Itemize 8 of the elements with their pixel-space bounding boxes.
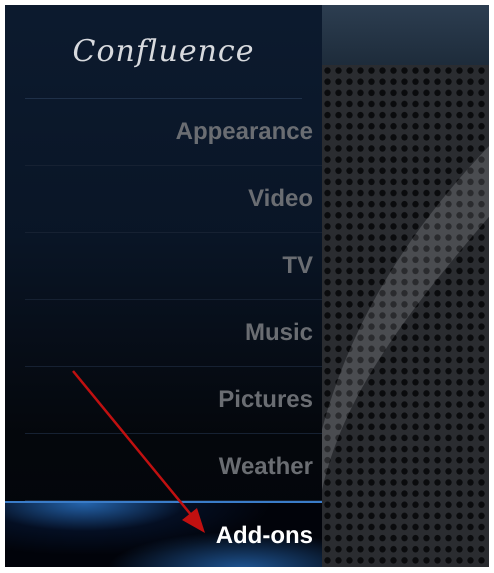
menu-item[interactable]: Weather bbox=[218, 453, 313, 481]
menu-item[interactable]: Video bbox=[248, 185, 313, 213]
logo-text: Confluence bbox=[72, 34, 254, 69]
menu-item[interactable]: Music bbox=[244, 319, 313, 347]
menu-item[interactable]: Pictures bbox=[218, 386, 313, 414]
menu-item[interactable]: Add-ons bbox=[216, 522, 313, 550]
menu-item[interactable]: Appearance bbox=[176, 118, 313, 146]
menu-item[interactable]: TV bbox=[282, 252, 313, 280]
